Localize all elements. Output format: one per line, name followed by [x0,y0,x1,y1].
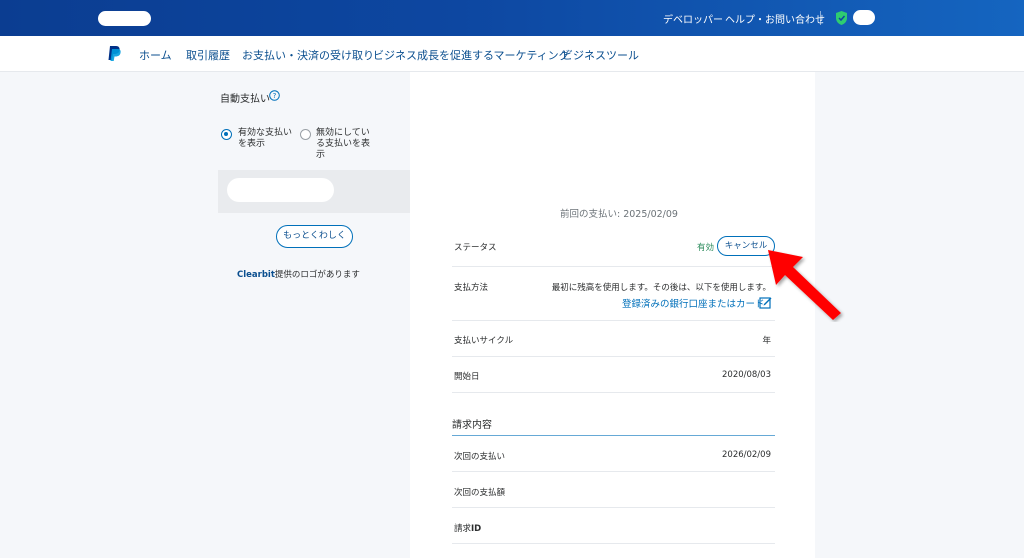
billing-section-title: 請求内容 [452,420,492,431]
svg-text:?: ? [273,92,277,100]
start-date-value: 2020/08/03 [722,370,771,380]
clearbit-brand[interactable]: Clearbit [237,270,275,280]
status-badge: 有効 [697,243,715,253]
top-right-redacted-avatar[interactable] [853,10,875,25]
payment-cycle-value: 年 [762,336,771,346]
nav-marketing[interactable]: ビジネス成長を促進するマーケティング [373,47,570,63]
divider [452,471,775,472]
top-left-redacted-logo [98,11,151,26]
start-date-label: 開始日 [454,372,480,382]
clearbit-text: 提供のロゴがあります [274,270,360,280]
status-label: ステータス [454,243,497,253]
payment-method-description: 最初に残高を使用します。その後は、以下を使用します。 [551,283,771,293]
payment-cycle-label: 支払いサイクル [454,336,514,346]
billing-section-divider [452,435,775,436]
radio-inactive-label: 無効にしている支払いを表示 [316,128,371,160]
divider [452,507,775,508]
divider [452,543,775,544]
bank-card-link[interactable]: 登録済みの銀行口座またはカード [622,296,765,310]
next-payment-value: 2026/02/09 [722,450,771,460]
billing-id-suffix: ID [471,524,482,534]
nav-payments[interactable]: お支払い・決済の受け取り [242,47,374,63]
divider [452,320,775,321]
merchant-redacted-name [227,178,334,202]
learn-more-button[interactable]: もっとくわしく [276,225,353,248]
last-payment-date: 前回の支払い: 2025/02/09 [560,209,678,220]
billing-id-prefix: 請求 [454,524,472,534]
nav-business-tools[interactable]: ビジネスツール [562,47,639,63]
nav-transactions[interactable]: 取引履歴 [186,47,230,63]
developer-link[interactable]: デベロッパー [663,11,723,26]
next-payment-label: 次回の支払い [454,452,506,462]
paypal-logo-icon[interactable] [107,45,121,62]
clearbit-attribution: Clearbit提供のロゴがあります [237,268,360,280]
help-contact-link[interactable]: ヘルプ・お問い合わせ [725,11,825,26]
radio-inactive-payments[interactable] [300,129,311,140]
red-arrow-annotation [768,250,841,320]
next-amount-label: 次回の支払額 [454,488,506,498]
nav-home[interactable]: ホーム [139,47,172,63]
payment-method-label: 支払方法 [454,283,489,293]
radio-active-label: 有効な支払いを表示 [238,128,293,149]
radio-active-payments[interactable] [221,129,232,140]
help-circle-icon[interactable]: ? [269,90,280,101]
divider [452,392,775,393]
billing-id-label: 請求ID [454,522,481,534]
shield-icon[interactable] [834,10,849,26]
divider [452,356,775,357]
auto-payments-title: 自動支払い [220,94,270,105]
divider [452,266,775,267]
top-separator [820,11,821,25]
